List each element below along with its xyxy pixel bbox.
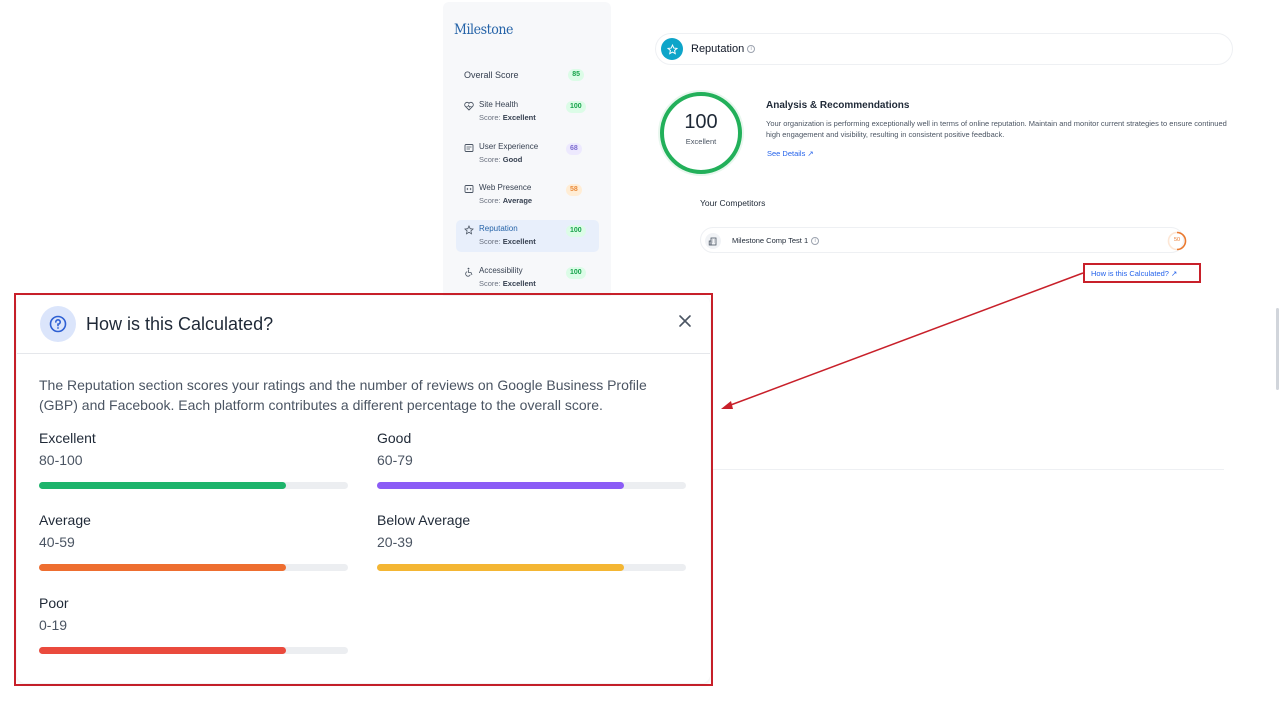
band-range: 60-79 [377, 452, 413, 468]
band-progress-track [39, 482, 348, 489]
band-name: Good [377, 430, 412, 446]
score-badge: 58 [566, 184, 582, 196]
band-below-average: Below Average 20-39 [377, 512, 686, 571]
overall-score-label: Overall Score [464, 70, 519, 80]
info-icon[interactable]: i [811, 237, 820, 246]
band-excellent: Excellent 80-100 [39, 430, 348, 489]
how-calculated-link[interactable]: How is this Calculated? ↗ [1091, 269, 1177, 278]
sidebar-item-score-text: Score: Excellent [479, 113, 536, 122]
band-range: 0-19 [39, 617, 68, 633]
sidebar-item-label: User Experience [479, 142, 539, 151]
competitor-score: 50 [1173, 237, 1181, 243]
sidebar-item-label: Accessibility [479, 266, 523, 275]
modal-description: The Reputation section scores your ratin… [39, 377, 647, 413]
overall-score-badge: 85 [568, 69, 584, 81]
competitor-row[interactable]: Milestone Comp Test 1i 50 [700, 227, 1187, 253]
sidebar-item-label: Reputation [479, 224, 518, 233]
band-progress-track [39, 647, 348, 654]
sidebar-item-reputation[interactable]: Reputation Score: Excellent 100 [456, 220, 599, 252]
band-name: Below Average [377, 512, 471, 528]
sidebar-item-score-text: Score: Excellent [479, 279, 536, 288]
score-value: 100 [684, 111, 718, 133]
layout-icon [464, 143, 474, 153]
band-progress-fill [39, 564, 287, 571]
competitor-name: Milestone Comp Test 1i [732, 236, 820, 246]
see-details-link[interactable]: See Details ↗ [767, 149, 814, 158]
score-badge: 100 [566, 225, 586, 237]
band-progress-fill [377, 564, 625, 571]
divider [712, 469, 1224, 470]
close-icon[interactable] [677, 313, 693, 329]
sidebar: Milestone Overall Score 85 Site Health S… [443, 2, 611, 300]
band-progress-fill [39, 647, 287, 654]
heart-pulse-icon [464, 101, 474, 111]
calculation-modal: How is this Calculated? The Reputation s… [17, 296, 710, 683]
band-name: Excellent [39, 430, 96, 446]
band-good: Good 60-79 [377, 430, 686, 489]
band-name: Average [39, 512, 91, 528]
band-average: Average 40-59 [39, 512, 348, 571]
sidebar-item-site-health[interactable]: Site Health Score: Excellent 100 [456, 96, 599, 128]
score-badge: 68 [566, 143, 582, 155]
star-icon [464, 225, 474, 235]
sidebar-item-score-text: Score: Excellent [479, 237, 536, 246]
sidebar-item-accessibility[interactable]: Accessibility Score: Excellent 100 [456, 262, 599, 294]
competitors-title: Your Competitors [700, 198, 766, 208]
band-progress-fill [39, 482, 287, 489]
score-badge: 100 [566, 267, 586, 279]
sidebar-item-label: Web Presence [479, 183, 532, 192]
analysis-text: Your organization is performing exceptio… [766, 119, 1227, 139]
band-range: 20-39 [377, 534, 413, 550]
band-progress-track [377, 564, 686, 571]
band-progress-track [39, 564, 348, 571]
sidebar-item-label: Site Health [479, 100, 519, 109]
scrollbar[interactable] [1276, 308, 1279, 390]
wheelchair-icon [464, 267, 474, 277]
sidebar-item-score-text: Score: Good [479, 155, 523, 164]
sidebar-item-user-experience[interactable]: User Experience Score: Good 68 [456, 138, 599, 170]
calculation-link-highlight: How is this Calculated? ↗ [1083, 263, 1201, 283]
band-poor: Poor 0-19 [39, 595, 348, 654]
star-icon [661, 38, 683, 60]
browser-code-icon [464, 184, 474, 194]
modal-title: How is this Calculated? [86, 314, 274, 334]
section-title: Reputation i [691, 43, 756, 55]
band-name: Poor [39, 595, 69, 611]
question-icon [40, 306, 76, 342]
score-badge: 100 [566, 101, 586, 113]
brand-logo: Milestone [454, 22, 514, 38]
analysis-title: Analysis & Recommendations [766, 100, 910, 111]
sidebar-item-web-presence[interactable]: Web Presence Score: Average 58 [456, 179, 599, 211]
band-progress-fill [377, 482, 625, 489]
overall-score-row[interactable]: Overall Score 85 [464, 69, 584, 81]
info-icon[interactable]: i [747, 45, 756, 54]
band-progress-track [377, 482, 686, 489]
sidebar-item-score-text: Score: Average [479, 196, 533, 205]
building-icon [705, 233, 721, 249]
reputation-header: Reputation i [655, 33, 1233, 65]
band-range: 80-100 [39, 452, 83, 468]
score-label: Excellent [685, 137, 717, 146]
modal-header: How is this Calculated? [17, 296, 710, 354]
band-range: 40-59 [39, 534, 75, 550]
